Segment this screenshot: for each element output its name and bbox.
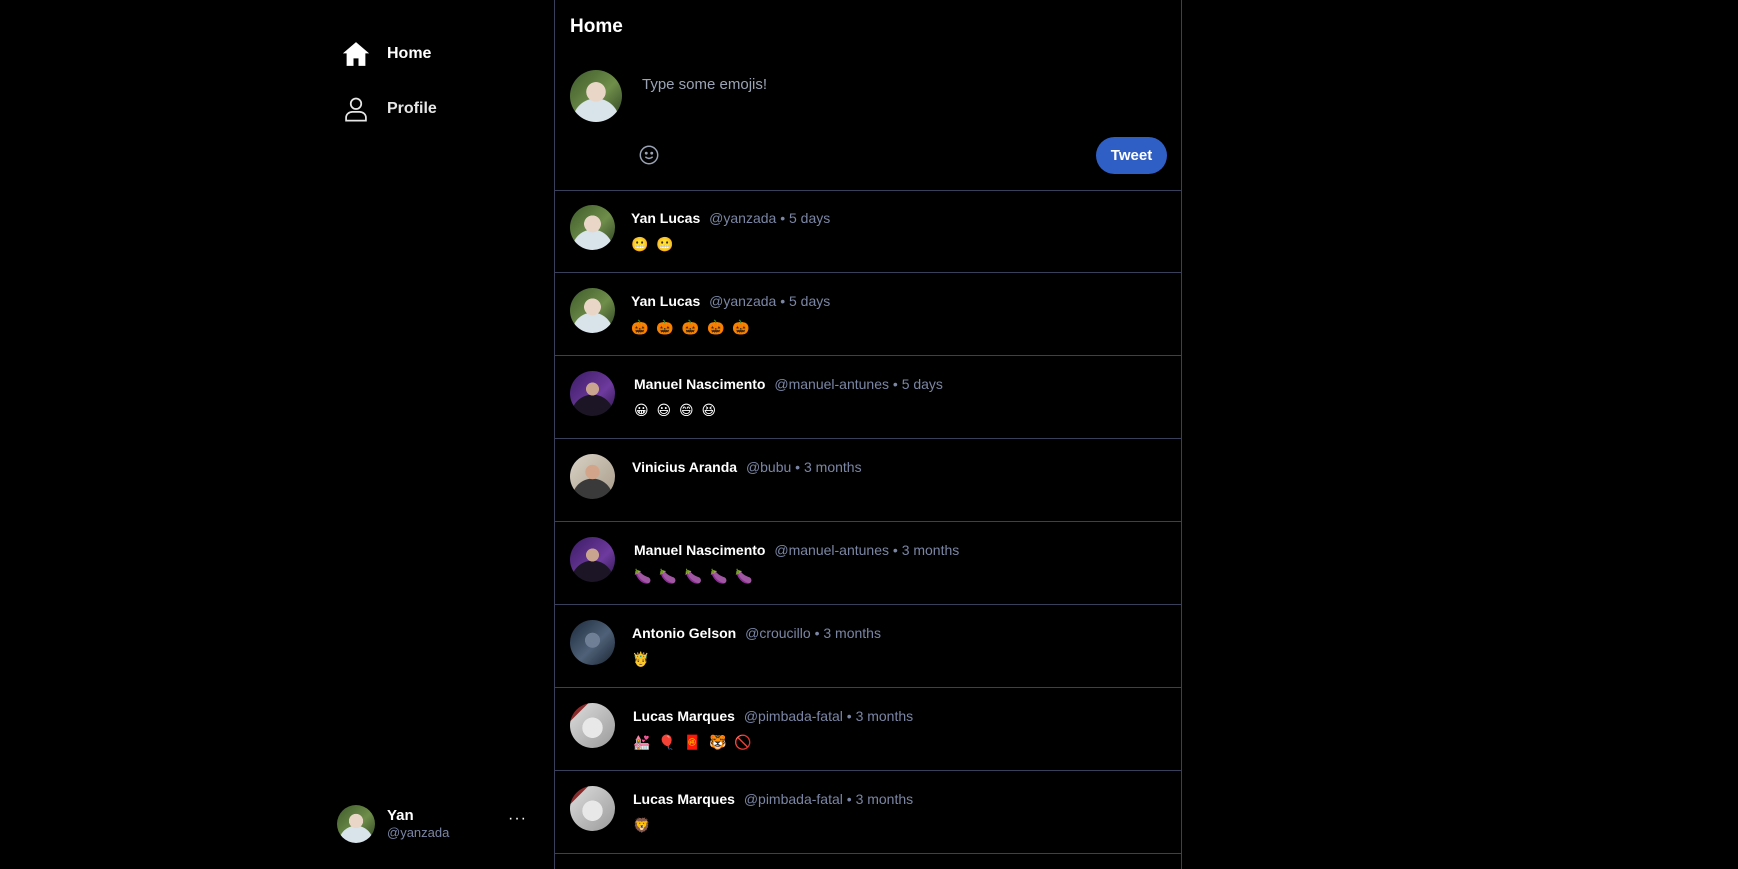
tweet-content: 💒 🎈 🧧 🐯 🚫 [633,734,754,750]
tweet-handle: @manuel-antunes [774,542,889,558]
avatar[interactable] [570,703,615,748]
tweet-author[interactable]: Lucas Marques [633,791,735,807]
sidebar-item-label: Home [387,45,432,62]
avatar[interactable] [570,537,615,582]
tweet-time: 3 months [855,791,914,807]
tweet-author[interactable]: Yan Lucas [631,210,700,226]
tweet-time: 3 months [901,542,960,558]
tweet-feed: Yan Lucas @yanzada • 5 days 😬 😬 Yan Luca… [555,190,1181,854]
tweet-handle: @manuel-antunes [774,376,889,392]
tweet-content: 😀 😃 😄 😆 [634,402,719,418]
tweet-item[interactable]: Yan Lucas @yanzada • 5 days 😬 😬 [555,190,1181,273]
avatar[interactable] [570,620,615,665]
tweet-author[interactable]: Antonio Gelson [632,625,736,641]
sidebar: Home Profile Yan @yanzada ··· [0,0,554,869]
account-switcher[interactable]: Yan @yanzada ··· [337,804,527,844]
tweet-button[interactable]: Tweet [1096,137,1167,174]
avatar [337,805,375,843]
account-handle: @yanzada [387,825,450,841]
sidebar-item-profile[interactable]: Profile [340,89,437,129]
tweet-content: 🎃 🎃 🎃 🎃 🎃 [631,319,752,335]
tweet-author[interactable]: Manuel Nascimento [634,376,765,392]
tweet-handle: @pimbada-fatal [743,708,843,724]
tweet-item[interactable]: Lucas Marques @pimbada-fatal • 3 months … [555,771,1181,854]
tweet-handle: @yanzada [709,210,777,226]
avatar[interactable] [570,786,615,831]
user-icon [340,94,371,125]
tweet-content: 🦁 [633,817,653,833]
page-title: Home [570,16,623,37]
tweet-author[interactable]: Vinicius Aranda [632,459,737,475]
smiley-icon[interactable] [638,144,662,168]
tweet-handle: @pimbada-fatal [743,791,843,807]
tweet-handle: @bubu [745,459,792,475]
tweet-handle: @yanzada [709,293,777,309]
tweet-author[interactable]: Lucas Marques [633,708,735,724]
more-icon[interactable]: ··· [508,810,527,828]
tweet-item[interactable]: Antonio Gelson @croucillo • 3 months 🤴 [555,605,1181,688]
tweet-content: 🤴 [632,651,652,667]
tweet-input[interactable] [640,75,1144,94]
tweet-author[interactable]: Manuel Nascimento [634,542,765,558]
avatar [570,70,622,122]
tweet-time: 5 days [789,293,831,309]
tweet-composer: Tweet [555,60,1181,191]
tweet-handle: @croucillo [745,625,811,641]
sidebar-item-home[interactable]: Home [340,34,431,74]
tweet-item[interactable]: Manuel Nascimento @manuel-antunes • 5 da… [555,356,1181,439]
tweet-item[interactable]: Yan Lucas @yanzada • 5 days 🎃 🎃 🎃 🎃 🎃 [555,273,1181,356]
tweet-author[interactable]: Yan Lucas [631,293,700,309]
avatar[interactable] [570,205,615,250]
tweet-item[interactable]: Manuel Nascimento @manuel-antunes • 3 mo… [555,522,1181,605]
tweet-item[interactable]: Vinicius Aranda @bubu • 3 months [555,439,1181,522]
tweet-content: 😬 😬 [631,236,676,252]
tweet-content: 🍆 🍆 🍆 🍆 🍆 [634,568,755,584]
tweet-time: 5 days [901,376,943,392]
main-column: Home Tweet Yan Lucas @yanzada • 5 days 😬… [554,0,1182,869]
tweet-time: 5 days [789,210,831,226]
tweet-time: 3 months [855,708,914,724]
sidebar-item-label: Profile [387,100,437,117]
account-name: Yan [387,807,414,825]
home-icon [340,39,371,70]
avatar[interactable] [570,454,615,499]
tweet-time: 3 months [823,625,881,641]
tweet-time: 3 months [803,459,862,475]
avatar[interactable] [570,371,615,416]
tweet-item[interactable]: Lucas Marques @pimbada-fatal • 3 months … [555,688,1181,771]
avatar[interactable] [570,288,615,333]
